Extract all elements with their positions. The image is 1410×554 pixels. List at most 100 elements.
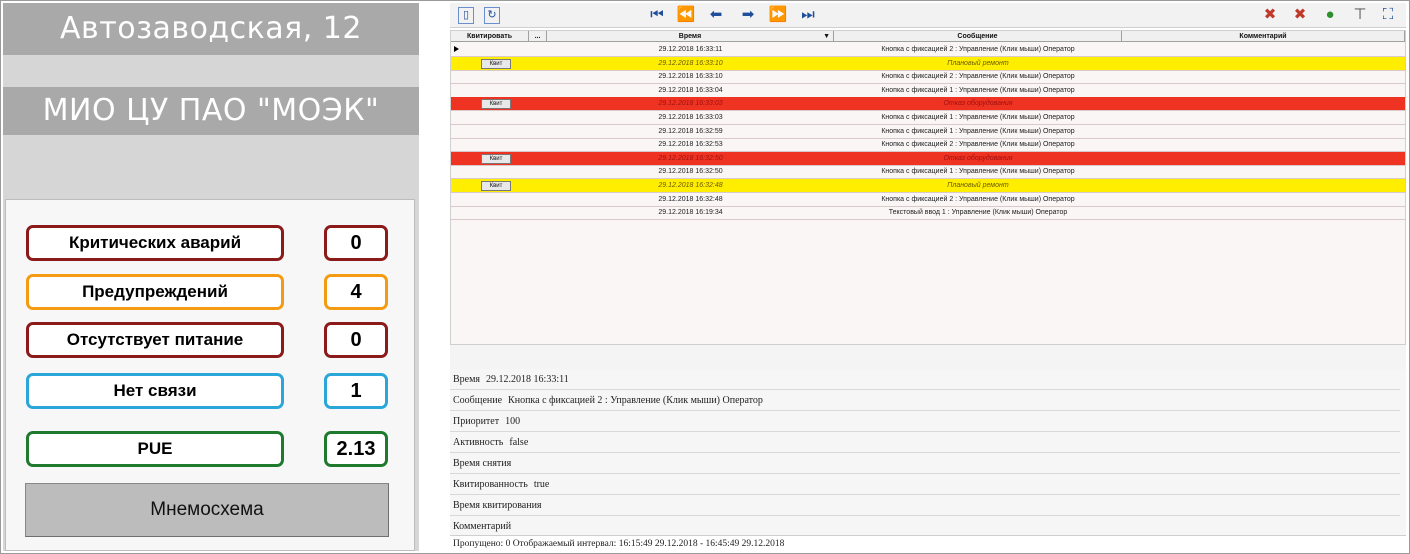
detail-row: Активность false (450, 432, 1400, 453)
row-time: 29.12.2018 16:33:04 (658, 86, 723, 94)
detail-label: Время снятия (453, 458, 512, 469)
acknowledge-button[interactable]: Квит (481, 181, 511, 191)
table-row[interactable]: 29.12.2018 16:33:11 Кнопка с фиксацией 2 … (451, 43, 1405, 57)
row-message: Кнопка с фиксацией 1 : Управление (Клик … (881, 114, 1075, 121)
acknowledge-button[interactable]: Квит (481, 58, 511, 69)
table-row[interactable]: 29.12.2018 16:32:59 Кнопка с фиксацией 1 … (451, 125, 1405, 139)
current-row-marker-icon (454, 46, 459, 52)
row-message: Текстовый ввод 1 : Управление (Клик мыши… (888, 209, 1068, 217)
first-icon[interactable]: ⏮ (647, 5, 667, 25)
rewind-icon[interactable]: ⏪ (676, 5, 696, 25)
row-time: 29.12.2018 16:33:10 (658, 73, 723, 81)
play-icon[interactable]: ● (1320, 5, 1340, 25)
table-row[interactable]: 29.12.2018 16:32:50 Кнопка с фиксацией 1 … (451, 165, 1405, 180)
next-icon[interactable]: ➡ (738, 5, 758, 25)
row-time: 29.12.2018 16:19:34 (658, 209, 723, 217)
filter-icon[interactable]: ⊤ (1350, 5, 1370, 25)
detail-value: 29.12.2018 16:33:11 (486, 374, 569, 385)
row-message: Кнопка с фиксацией 1 : Управление (Клик … (881, 86, 1075, 94)
indicator-critical-count: 0 (324, 225, 388, 261)
indicator-no-connection-count: 1 (324, 373, 388, 409)
acknowledge-button[interactable]: Квит (481, 99, 511, 110)
indicator-no-connection-label: Нет связи (26, 373, 284, 409)
table-row[interactable]: Квит 29.12.2018 16:33:03 Отказ оборудовани… (451, 97, 1405, 112)
row-time: 29.12.2018 16:32:48 (658, 182, 723, 189)
table-row[interactable]: 29.12.2018 16:32:48 Кнопка с фиксацией 2 … (451, 193, 1405, 207)
row-message: Отказ оборудования (943, 100, 1013, 108)
detail-label: Время (453, 374, 481, 385)
row-time: 29.12.2018 16:33:03 (658, 100, 723, 108)
detail-row: Приоритет 100 (450, 411, 1400, 432)
detail-row: Время снятия (450, 453, 1400, 474)
alarm-grid: Квитировать ... Время ▼ Сообщение Коммент… (450, 30, 1406, 350)
summary-panel: Автозаводская, 12 МИО ЦУ ПАО "МОЭК" Крит… (3, 3, 419, 551)
row-time: 29.12.2018 16:32:50 (658, 154, 723, 162)
row-message: Кнопка с фиксацией 2 : Управление (Клик … (881, 141, 1075, 149)
indicator-warnings-count: 4 (324, 274, 388, 310)
detail-label: Активность (453, 437, 504, 448)
table-row[interactable]: Квит 29.12.2018 16:32:48 Плановый ремонт (451, 179, 1405, 193)
col-header-comment[interactable]: Комментарий (1122, 31, 1405, 42)
row-message: Кнопка с фиксацией 2 : Управление (Клик … (881, 195, 1075, 203)
last-icon[interactable]: ⏭ (798, 5, 818, 25)
mnemonic-diagram-button[interactable]: Мнемосхема (25, 483, 389, 537)
sort-down-icon: ▼ (823, 33, 830, 40)
table-row[interactable]: Квит 29.12.2018 16:33:10 Плановый ремонт (451, 56, 1405, 71)
row-message: Плановый ремонт (947, 182, 1009, 189)
detail-label: Время квитирования (453, 500, 542, 511)
col-header-dots[interactable]: ... (529, 31, 547, 42)
detail-row: Комментарий (450, 516, 1400, 537)
indicator-critical-label: Критических аварий (26, 225, 284, 261)
table-row[interactable]: 29.12.2018 16:33:04 Кнопка с фиксацией 1 … (451, 84, 1405, 98)
fullscreen-icon[interactable]: ⛶ (1378, 5, 1398, 25)
log-toolbar: ▯ ↻ ⏮ ⏪ ⬅ ➡ ⏩ ⏭ ✖ ✖ ● ⊤ ⛶ (450, 3, 1406, 28)
row-time: 29.12.2018 16:32:48 (658, 195, 723, 203)
col-header-kvit[interactable]: Квитировать (451, 31, 529, 42)
row-message: Отказ оборудования (943, 154, 1013, 162)
row-message: Плановый ремонт (947, 59, 1009, 67)
fast-forward-icon[interactable]: ⏩ (768, 5, 788, 25)
detail-value: false (509, 437, 529, 448)
table-row[interactable]: Квит 29.12.2018 16:32:50 Отказ оборудовани… (451, 151, 1405, 166)
alarm-log-panel: ▯ ↻ ⏮ ⏪ ⬅ ➡ ⏩ ⏭ ✖ ✖ ● ⊤ ⛶ Квитировать ..… (450, 3, 1406, 551)
panel-icon[interactable]: ▯ (458, 7, 474, 24)
table-row[interactable]: 29.12.2018 16:33:10 Кнопка с фиксацией 2 … (451, 70, 1405, 85)
clear-selected-icon[interactable]: ✖ (1260, 5, 1280, 25)
row-time: 29.12.2018 16:33:03 (658, 114, 723, 121)
indicators-box: Критических аварий 0 Предупреждений 4 От… (5, 199, 415, 551)
row-time: 29.12.2018 16:33:10 (658, 59, 723, 67)
detail-label: Квитированность (453, 479, 528, 490)
detail-row: Сообщение Кнопка с фиксацией 2 : Управлен… (450, 390, 1400, 411)
row-message: Кнопка с фиксацией 1 : Управление (Клик … (881, 168, 1075, 176)
detail-row: Квитированность true (450, 474, 1400, 495)
row-time: 29.12.2018 16:32:59 (658, 127, 723, 135)
indicator-no-power-count: 0 (324, 322, 388, 358)
row-time: 29.12.2018 16:32:50 (658, 168, 723, 176)
indicator-pue-label: PUE (26, 431, 284, 467)
table-row[interactable]: 29.12.2018 16:33:03 Кнопка с фиксацией 1 … (451, 111, 1405, 125)
row-message: Кнопка с фиксацией 1 : Управление (Клик … (881, 127, 1075, 135)
col-header-message[interactable]: Сообщение (834, 31, 1122, 42)
row-message: Кнопка с фиксацией 2 : Управление (Клик … (881, 73, 1075, 81)
detail-value: true (533, 479, 550, 490)
status-bar: Пропущено: 0 Отображаемый интервал: 16:1… (450, 535, 1406, 551)
acknowledge-button[interactable]: Квит (481, 153, 511, 164)
address-header: Автозаводская, 12 (3, 3, 419, 55)
splitter[interactable] (450, 344, 1406, 371)
col-header-time-label: Время (678, 33, 702, 40)
row-time: 29.12.2018 16:32:53 (658, 141, 723, 149)
col-header-time[interactable]: Время ▼ (547, 31, 834, 42)
detail-label: Комментарий (453, 521, 512, 532)
table-row[interactable]: 29.12.2018 16:32:53 Кнопка с фиксацией 2 … (451, 138, 1405, 153)
detail-panel: Время 29.12.2018 16:33:11 Сообщение Кнопка… (450, 369, 1406, 537)
clear-all-icon[interactable]: ✖ (1290, 5, 1310, 25)
detail-row: Время 29.12.2018 16:33:11 (450, 369, 1400, 390)
row-message: Кнопка с фиксацией 2 : Управление (Клик … (881, 46, 1075, 53)
indicator-warnings-label: Предупреждений (26, 274, 284, 310)
detail-value: 100 (505, 416, 521, 427)
table-row[interactable]: 29.12.2018 16:19:34 Текстовый ввод 1 : Уп… (451, 206, 1405, 221)
refresh-icon[interactable]: ↻ (484, 7, 500, 24)
row-time: 29.12.2018 16:33:11 (658, 46, 723, 53)
detail-label: Приоритет (453, 416, 500, 427)
prev-icon[interactable]: ⬅ (706, 5, 726, 25)
